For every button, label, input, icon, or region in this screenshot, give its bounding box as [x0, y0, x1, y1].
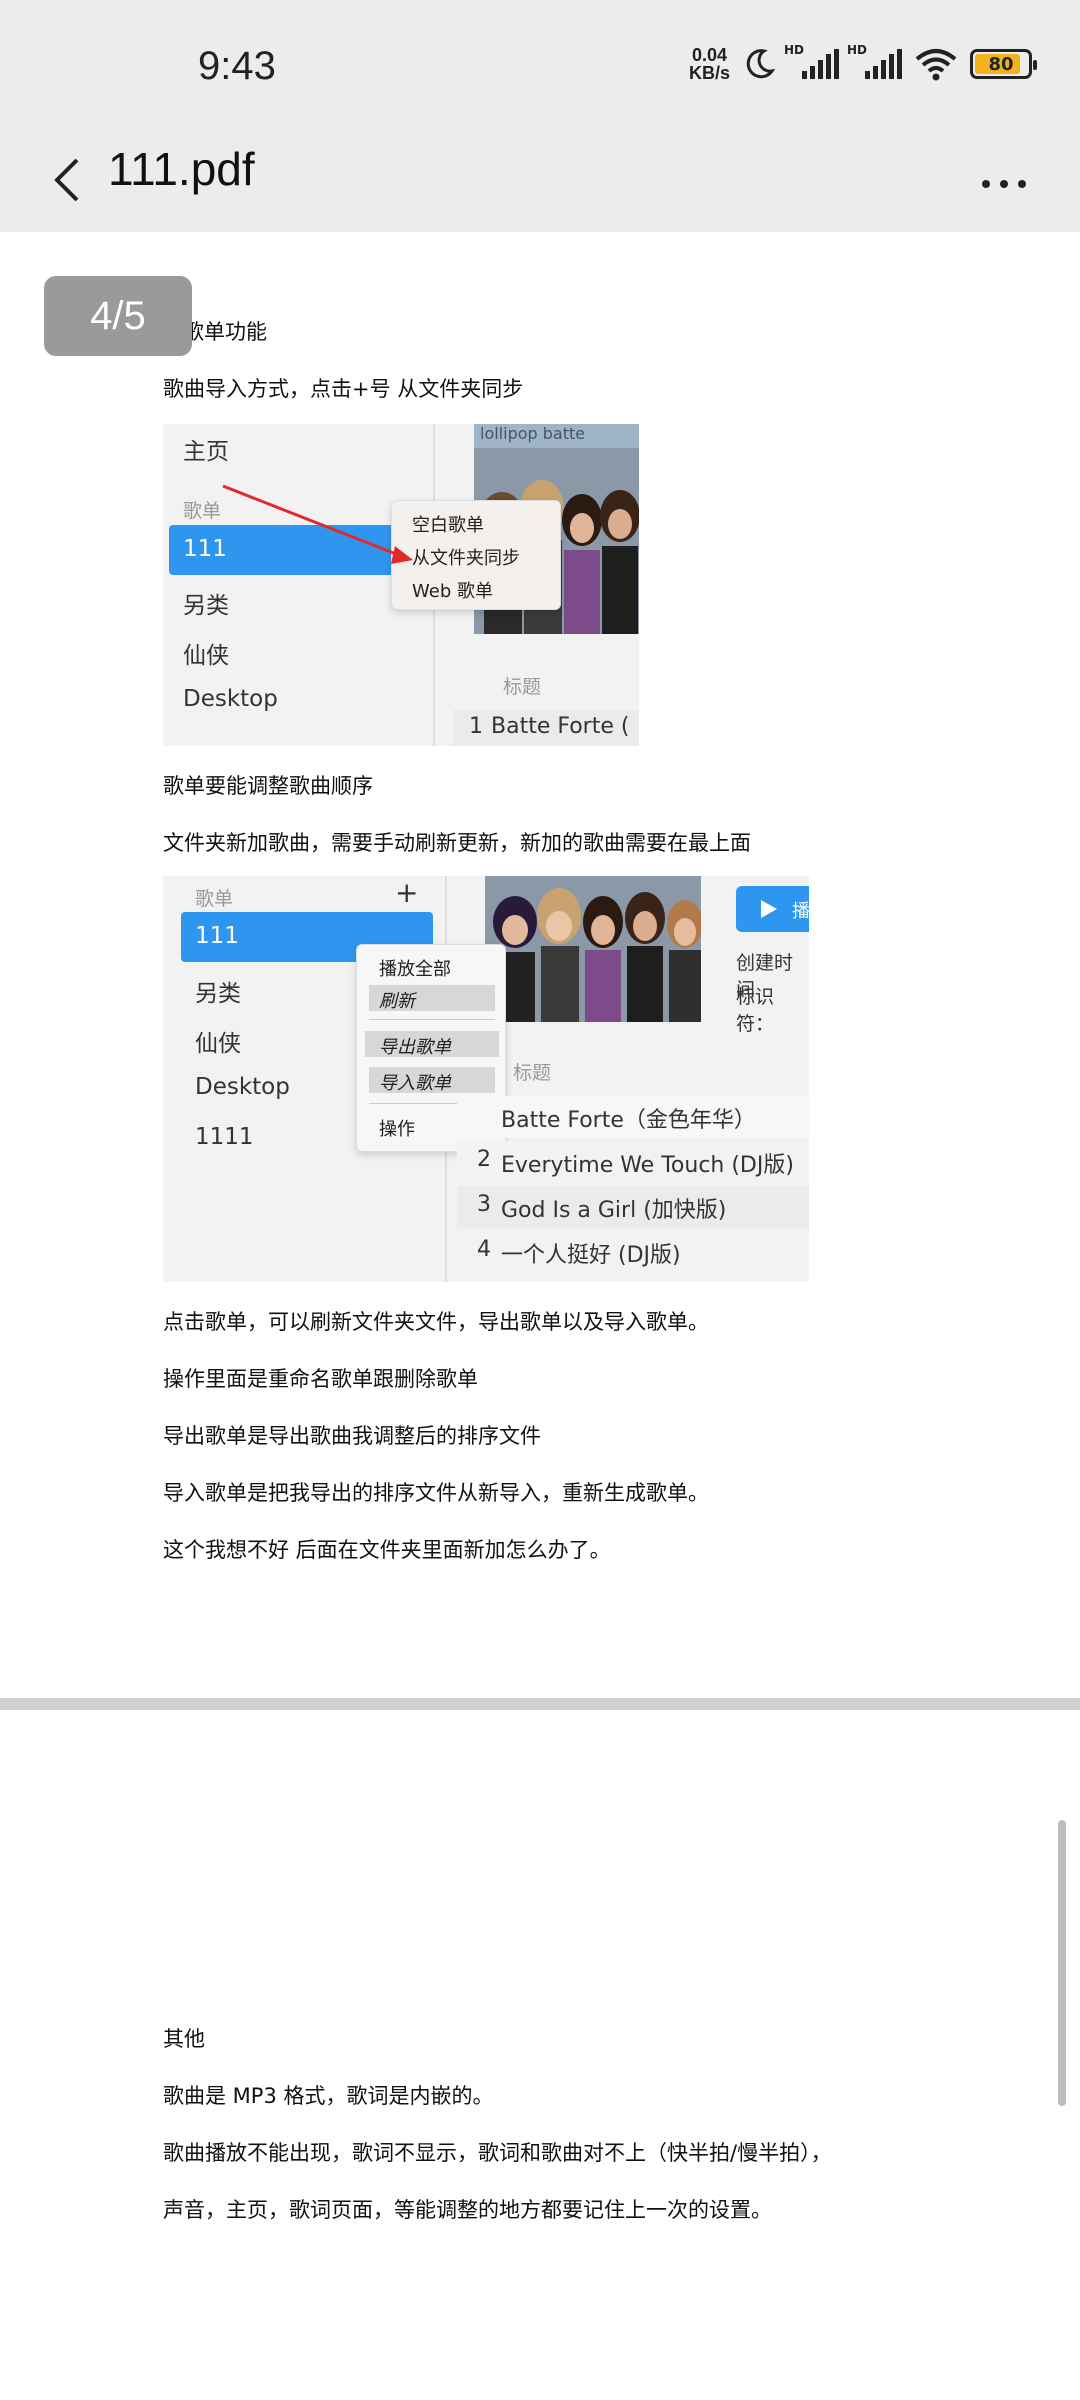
playlist-item: 1111 — [195, 1124, 254, 1150]
network-speed-value: 0.04 — [691, 45, 728, 65]
play-button-label: 播 — [792, 901, 809, 922]
section-heading: 其他 — [163, 2027, 205, 2051]
group-photo-image — [485, 876, 701, 1022]
page-indicator: 4/5 — [44, 276, 192, 356]
column-header-title: 标题 — [513, 1062, 552, 1084]
back-button[interactable] — [36, 150, 96, 210]
paragraph: 导入歌单是把我导出的排序文件从新导入，重新生成歌单。 — [163, 1481, 709, 1505]
play-icon — [761, 900, 777, 918]
menu-separator — [369, 1019, 495, 1020]
track-title: Batte Forte（金色年华） — [501, 1108, 756, 1133]
battery-icon: 80 — [970, 49, 1037, 79]
menu-item: 操作 — [379, 1119, 415, 1140]
network-speed: 0.04 KB/s — [689, 46, 730, 82]
track-number: 3 — [477, 1192, 491, 1217]
track-title: God Is a Girl (加快版) — [501, 1198, 727, 1223]
status-bar: 9:43 0.04 KB/s HD HD 80 — [0, 0, 1080, 140]
more-dot-icon — [1000, 180, 1008, 188]
paragraph: 导出歌单是导出歌曲我调整后的排序文件 — [163, 1424, 541, 1448]
paragraph: 歌曲导入方式，点击+号 从文件夹同步 — [163, 377, 524, 401]
paragraph: 歌曲播放不能出现，歌词不显示，歌词和歌曲对不上（快半拍/慢半拍）， — [163, 2141, 832, 2165]
meta-identifier: 标识符： — [736, 986, 775, 1035]
play-all-button: 播 — [736, 886, 809, 932]
signal-sim2-icon: HD — [847, 43, 902, 79]
track-row: Batte Forte（金色年华） — [457, 1096, 809, 1138]
more-options-button[interactable] — [964, 154, 1044, 214]
track-title: Batte Forte ( — [491, 714, 630, 739]
menu-item: 导入歌单 — [379, 1073, 451, 1094]
paragraph: 点击歌单，可以刷新文件夹文件，导出歌单以及导入歌单。 — [163, 1310, 709, 1334]
app-bar: 111.pdf — [0, 140, 1080, 232]
menu-item: 刷新 — [379, 991, 415, 1012]
track-row: 4 一个人挺好 (DJ版) — [457, 1231, 809, 1273]
document-title: 111.pdf — [108, 143, 255, 195]
track-number: 1 — [469, 714, 483, 739]
paragraph: 文件夹新加歌曲，需要手动刷新更新，新加的歌曲需要在最上面 — [163, 831, 751, 855]
status-time: 9:43 — [198, 44, 276, 88]
pdf-page-5[interactable] — [0, 1710, 1080, 2400]
playlist-item: 另类 — [195, 981, 241, 1007]
menu-item: 导出歌单 — [379, 1037, 451, 1058]
more-dot-icon — [1018, 180, 1026, 188]
embedded-screenshot-2: 歌单 + 111 另类 仙侠 Desktop 1111 播 创建时间 标识符： … — [163, 876, 809, 1282]
moon-icon — [746, 49, 776, 79]
paragraph: 操作里面是重命名歌单跟删除歌单 — [163, 1367, 478, 1391]
back-arrow-icon — [54, 158, 79, 202]
track-number: 2 — [477, 1147, 491, 1172]
track-row: 2 Everytime We Touch (DJ版) — [457, 1141, 809, 1183]
track-row: 3 God Is a Girl (加快版) — [457, 1186, 809, 1228]
paragraph: 这个我想不好 后面在文件夹里面新加怎么办了。 — [163, 1538, 611, 1562]
add-playlist-icon: + — [395, 876, 419, 909]
playlist-item: Desktop — [195, 1074, 290, 1100]
playlist-item: 仙侠 — [195, 1031, 241, 1057]
paragraph: 歌单要能调整歌曲顺序 — [163, 774, 373, 798]
track-row: 1 Batte Forte ( — [453, 710, 639, 746]
track-number: 4 — [477, 1237, 491, 1262]
album-art-photo — [485, 876, 701, 1022]
menu-item: 播放全部 — [379, 959, 451, 980]
track-title: 一个人挺好 (DJ版) — [501, 1243, 681, 1268]
track-title: Everytime We Touch (DJ版) — [501, 1153, 794, 1178]
page-separator — [0, 1698, 1080, 1710]
embedded-screenshot-1: 主页 歌单 111 另类 仙侠 Desktop lollipop batte 空… — [163, 424, 639, 746]
paragraph: 声音，主页，歌词页面，等能调整的地方都要记住上一次的设置。 — [163, 2198, 772, 2222]
column-header-title: 标题 — [503, 676, 542, 698]
paragraph: 歌曲是 MP3 格式，歌词是内嵌的。 — [163, 2084, 494, 2108]
network-speed-unit: KB/s — [688, 63, 730, 83]
wifi-icon — [915, 49, 957, 81]
sidebar-section-label: 歌单 — [195, 888, 234, 910]
battery-level: 80 — [988, 53, 1014, 75]
status-icons: 0.04 KB/s HD HD 80 — [689, 43, 1037, 82]
more-dot-icon — [982, 180, 990, 188]
scrollbar-thumb[interactable] — [1058, 1820, 1066, 2106]
signal-sim1-icon: HD — [784, 43, 839, 79]
red-arrow-annotation — [222, 484, 413, 564]
